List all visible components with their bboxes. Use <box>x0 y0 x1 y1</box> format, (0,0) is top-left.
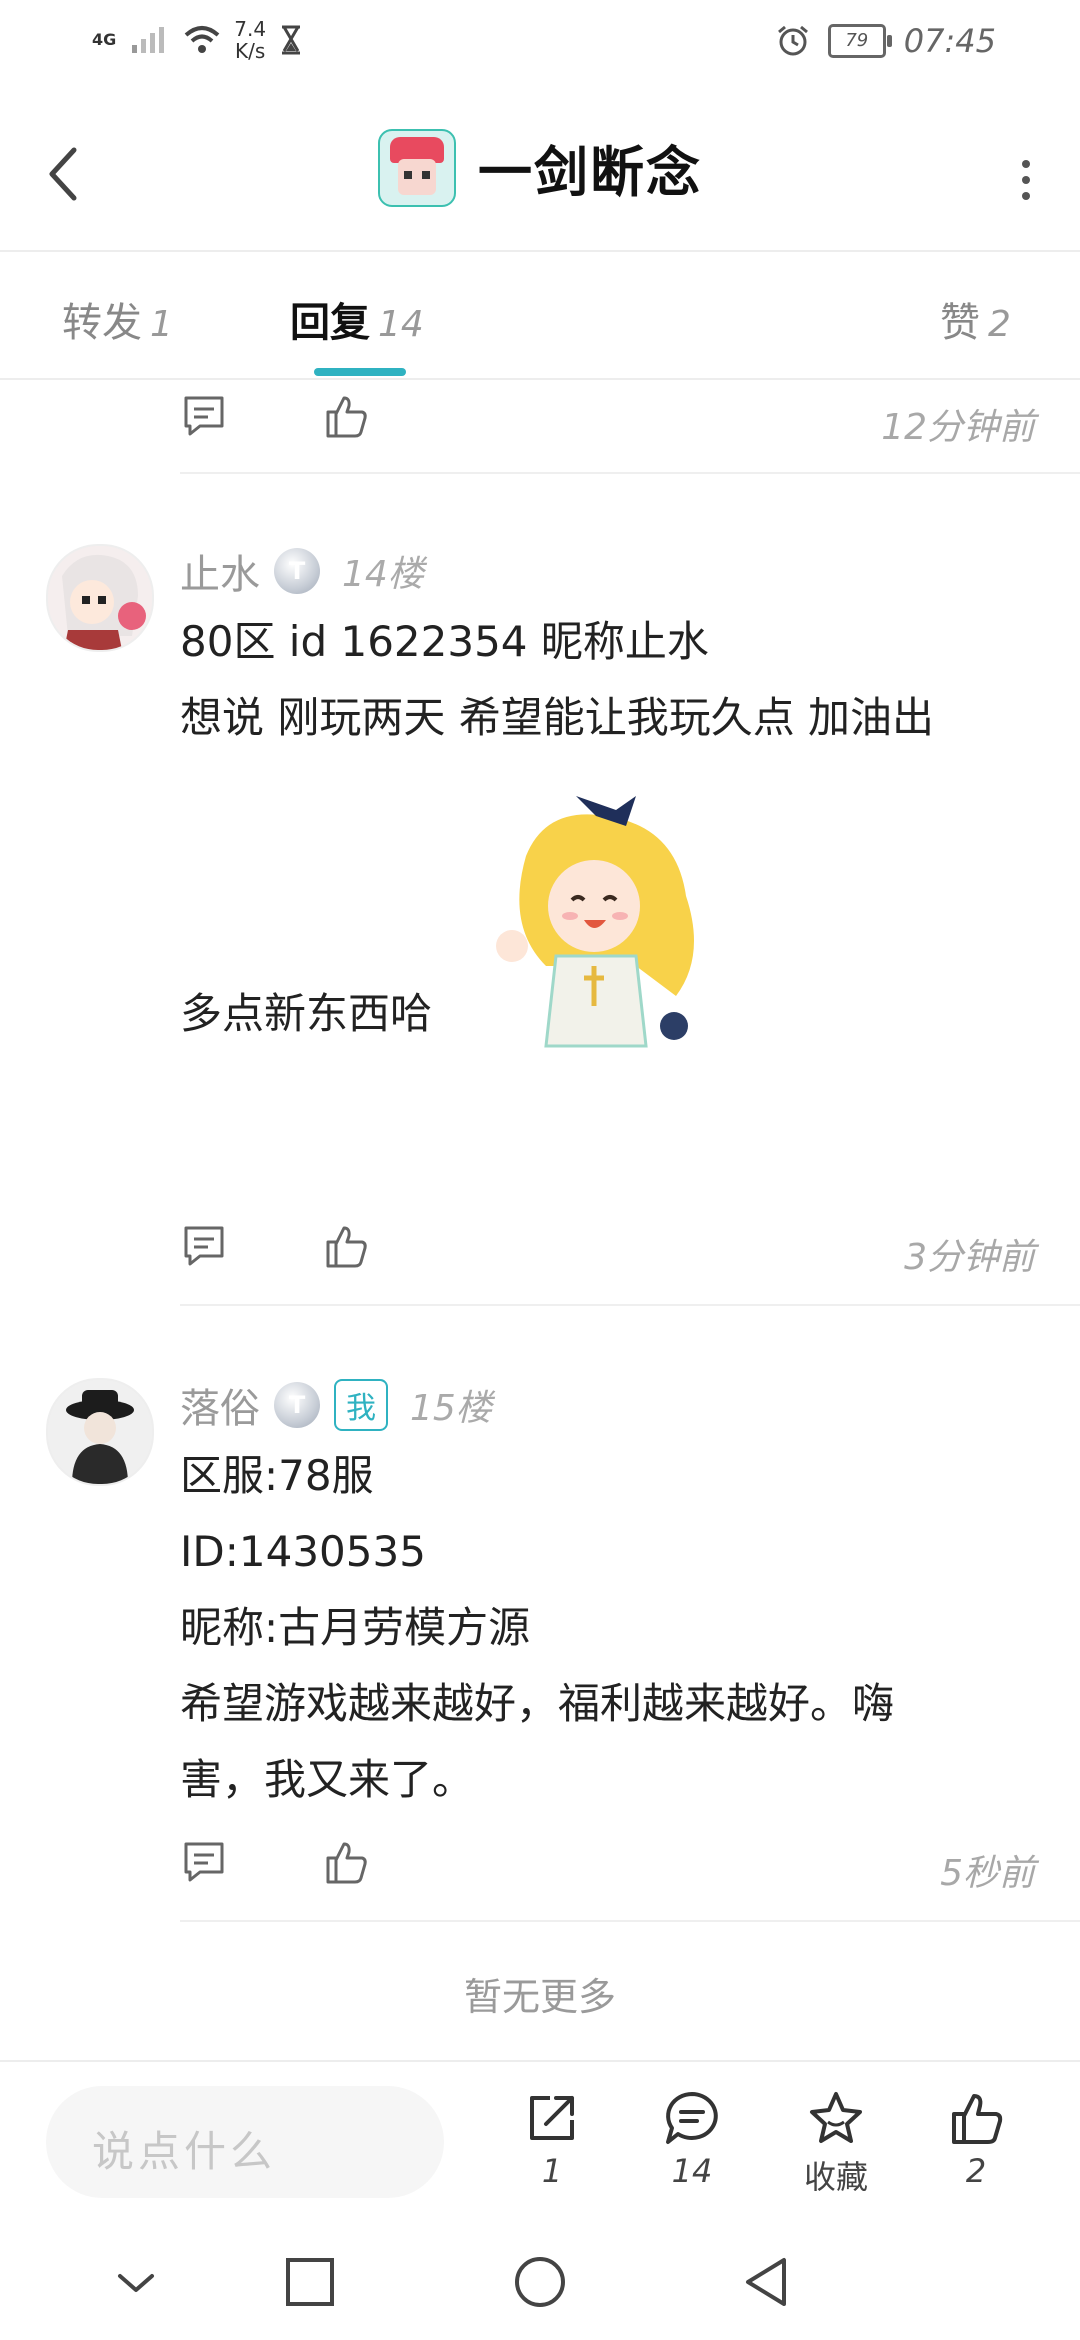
star-icon <box>810 2092 862 2143</box>
share-button[interactable]: 1 <box>492 2088 612 2190</box>
tab-replies[interactable]: 回复 14 <box>290 290 424 348</box>
me-badge: 我 <box>334 1379 388 1431</box>
like-icon[interactable] <box>322 392 370 440</box>
avatar[interactable] <box>46 1378 154 1486</box>
like-button[interactable]: 2 <box>916 2088 1036 2190</box>
level-badge: T <box>274 1382 320 1428</box>
comment-icon[interactable] <box>180 392 228 440</box>
reply-line: 80区 id 1622354 昵称止水 <box>180 617 709 666</box>
thumbs-up-icon <box>952 2094 1003 2144</box>
reply-time: 3分钟前 <box>904 1237 1035 1278</box>
no-more-text: 暂无更多 <box>463 1975 616 2019</box>
reply-meta: 落俗 T 我 15楼 <box>180 1376 492 1434</box>
battery-indicator: 79 <box>827 24 892 58</box>
title-area: 一剑断念 <box>0 128 1080 207</box>
clock: 07:45 <box>903 22 996 60</box>
collapse-down-icon[interactable] <box>106 2252 166 2312</box>
comment-icon[interactable] <box>180 1838 228 1886</box>
tab-count: 14 <box>378 304 424 345</box>
avatar-art <box>48 1380 152 1484</box>
speed-value: 7.4 <box>234 17 267 41</box>
tab-reposts[interactable]: 转发 1 <box>62 290 173 348</box>
tab-label: 赞 <box>940 300 980 346</box>
like-icon[interactable] <box>322 1838 370 1886</box>
active-tab-indicator <box>314 368 406 376</box>
floor-number: 15楼 <box>410 1388 492 1429</box>
reply-line: 区服:78服 <box>180 1451 374 1500</box>
status-left: 4G 7.4 K/s <box>92 18 302 62</box>
share-count: 1 <box>541 2152 563 2190</box>
share-icon <box>530 2096 574 2140</box>
recent-apps-icon[interactable] <box>280 2252 340 2312</box>
reply-actions: 5秒前 <box>180 1838 1035 1908</box>
like-count: 2 <box>965 2152 987 2190</box>
system-nav-bar <box>0 2222 1080 2340</box>
tab-label: 转发 <box>62 300 142 346</box>
game-logo <box>378 128 456 207</box>
reply-actions: 3分钟前 <box>180 1222 1035 1292</box>
bottom-action-bar: 说点什么 1 14 收藏 2 <box>0 2060 1080 2222</box>
reply-divider <box>180 1304 1080 1306</box>
reply-divider <box>180 1920 1080 1922</box>
tab-bar: 转发 1 回复 14 赞2 <box>0 252 1080 380</box>
username[interactable]: 止水 <box>180 542 260 600</box>
hourglass-icon <box>282 25 301 55</box>
username[interactable]: 落俗 <box>180 1376 260 1434</box>
comment-input-placeholder: 说点什么 <box>92 2127 277 2176</box>
top-header: 一剑断念 <box>0 84 1080 252</box>
tab-count: 1 <box>150 304 173 345</box>
avatar-art <box>48 546 152 650</box>
network-type: 4G <box>92 30 117 49</box>
network-speed: 7.4 K/s <box>234 18 266 62</box>
more-options-icon[interactable] <box>1016 150 1036 210</box>
status-right: 79 07:45 <box>776 22 996 60</box>
home-icon[interactable] <box>510 2252 570 2312</box>
comment-button[interactable]: 14 <box>632 2088 752 2190</box>
reply-time: 5秒前 <box>940 1853 1035 1894</box>
like-icon[interactable] <box>322 1222 370 1270</box>
alarm-icon <box>777 25 808 56</box>
comment-bubble-icon <box>666 2092 718 2144</box>
reply-body: 80区 id 1622354 昵称止水 想说 刚玩两天 希望能让我玩久点 加油出 <box>180 604 934 756</box>
favorite-label: 收藏 <box>803 2158 868 2196</box>
speed-unit: K/s <box>235 39 266 63</box>
tab-count: 2 <box>988 304 1011 345</box>
reply-line: 多点新东西哈 <box>180 989 433 1038</box>
status-bar: 4G 7.4 K/s 79 07:45 <box>0 0 1080 84</box>
tab-likes[interactable]: 赞2 <box>940 290 1011 348</box>
reply-body: 区服:78服 ID:1430535 昵称:古月劳模方源 希望游戏越来越好，福利越… <box>180 1438 894 1818</box>
tab-label: 回复 <box>290 300 370 346</box>
reply-line: ID:1430535 <box>180 1527 426 1576</box>
comment-icon[interactable] <box>180 1222 228 1270</box>
reply-actions: 12分钟前 <box>180 392 1035 462</box>
signal-icon <box>132 27 165 53</box>
comment-input[interactable]: 说点什么 <box>46 2086 444 2198</box>
back-triangle-icon[interactable] <box>738 2252 798 2312</box>
reply-divider <box>180 472 1080 474</box>
reply-time: 12分钟前 <box>881 407 1035 448</box>
reply-line: 害，我又来了。 <box>180 1755 475 1804</box>
chibi-sticker-image <box>496 796 694 1048</box>
reply-line: 昵称:古月劳模方源 <box>180 1603 531 1652</box>
favorite-button[interactable]: 收藏 <box>776 2088 896 2198</box>
level-badge: T <box>274 548 320 594</box>
floor-number: 14楼 <box>342 554 424 595</box>
avatar[interactable] <box>46 544 154 652</box>
wifi-icon <box>184 26 220 53</box>
reply-line: 希望游戏越来越好，福利越来越好。嗨 <box>180 1679 895 1728</box>
comment-count: 14 <box>671 2152 713 2190</box>
reply-line: 想说 刚玩两天 希望能让我玩久点 加油出 <box>180 693 935 742</box>
reply-meta: 止水 T 14楼 <box>180 542 424 600</box>
page-title: 一剑断念 <box>478 141 702 204</box>
